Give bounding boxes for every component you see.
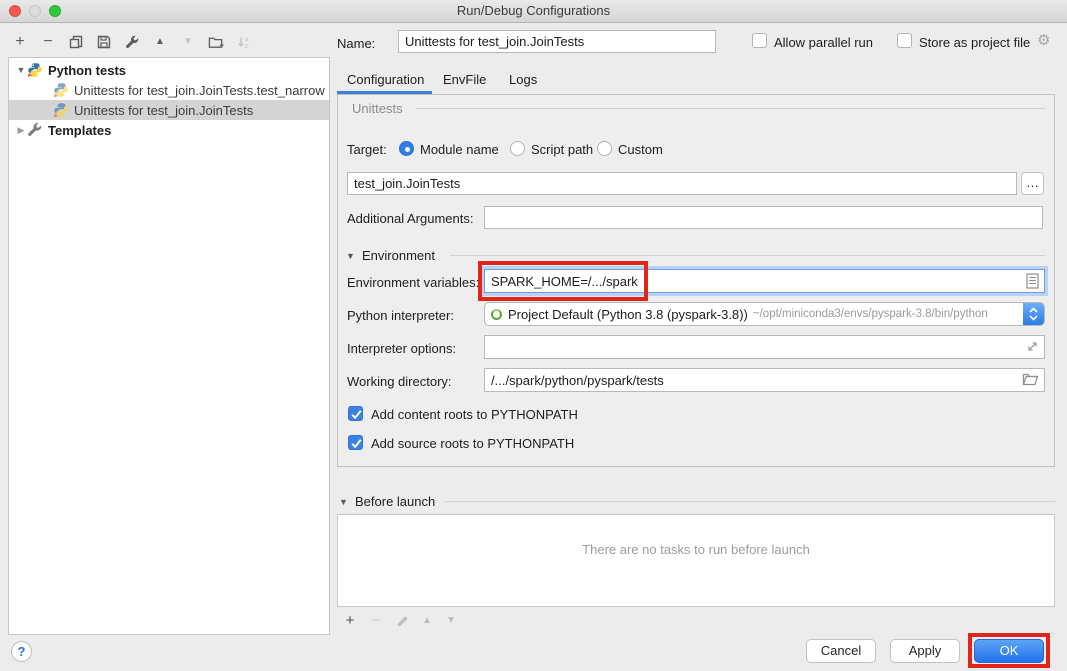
tree-item-label: Python tests (48, 63, 126, 78)
svg-text:a: a (245, 36, 249, 43)
save-configuration-icon[interactable] (96, 33, 112, 51)
before-launch-empty-message: There are no tasks to run before launch (337, 542, 1055, 557)
configurations-tree: ▼ Python tests Unittests for test_join.J… (8, 57, 330, 635)
target-label: Target: (347, 142, 387, 157)
name-label: Name: (337, 36, 375, 51)
target-module-name-radio[interactable] (399, 141, 414, 156)
python-interpreter-combobox[interactable]: Project Default (Python 3.8 (pyspark-3.8… (484, 302, 1045, 326)
sort-configurations-icon[interactable]: az (236, 33, 252, 51)
browse-module-button[interactable]: … (1021, 172, 1044, 195)
cancel-button[interactable]: Cancel (806, 639, 876, 663)
python-interpreter-value: Project Default (Python 3.8 (pyspark-3.8… (508, 307, 748, 322)
copy-configuration-icon[interactable] (68, 33, 84, 51)
allow-parallel-run-checkbox[interactable] (752, 33, 767, 48)
add-task-icon[interactable]: + (342, 612, 358, 628)
working-directory-label: Working directory: (347, 374, 452, 389)
tab-configuration[interactable]: Configuration (347, 72, 424, 87)
edit-environment-variables-icon[interactable] (1026, 273, 1039, 292)
move-up-icon[interactable]: ▲ (152, 33, 168, 51)
tab-logs[interactable]: Logs (509, 72, 537, 87)
target-custom-radio[interactable] (597, 141, 612, 156)
move-task-down-icon[interactable]: ▼ (443, 612, 459, 628)
titlebar: Run/Debug Configurations (0, 0, 1067, 23)
before-launch-section-label: Before launch (355, 494, 435, 509)
environment-separator (450, 255, 1045, 256)
browse-folder-icon[interactable] (1022, 372, 1039, 389)
target-custom-label: Custom (618, 142, 663, 157)
target-script-path-radio[interactable] (510, 141, 525, 156)
environment-variables-label: Environment variables: (347, 275, 479, 290)
unittests-group-label: Unittests (352, 101, 403, 116)
move-down-icon[interactable]: ▼ (180, 33, 196, 51)
minimize-window-button[interactable] (29, 5, 41, 17)
python-test-icon (53, 102, 69, 118)
before-launch-separator (445, 501, 1055, 502)
tree-item-templates[interactable]: ▶ Templates (9, 120, 329, 140)
tree-item-label: Templates (48, 123, 111, 138)
add-source-roots-label: Add source roots to PYTHONPATH (371, 436, 574, 451)
close-window-button[interactable] (9, 5, 21, 17)
tab-envfile[interactable]: EnvFile (443, 72, 486, 87)
zoom-window-button[interactable] (49, 5, 61, 17)
python-test-icon (53, 82, 69, 98)
add-configuration-icon[interactable]: + (12, 33, 28, 51)
help-button[interactable]: ? (11, 641, 32, 662)
new-folder-icon[interactable] (208, 33, 224, 51)
target-module-name-label: Module name (420, 142, 499, 157)
expand-icon[interactable]: ▶ (15, 125, 27, 136)
remove-configuration-icon[interactable]: − (40, 33, 56, 51)
remove-task-icon[interactable]: − (368, 612, 384, 628)
add-content-roots-checkbox[interactable] (348, 406, 363, 421)
move-task-up-icon[interactable]: ▲ (419, 612, 435, 628)
expand-field-icon[interactable] (1026, 340, 1039, 356)
edit-task-icon[interactable] (394, 613, 410, 629)
add-source-roots-checkbox[interactable] (348, 435, 363, 450)
collapse-icon[interactable]: ▼ (15, 65, 27, 75)
environment-variables-input[interactable] (484, 269, 1045, 293)
name-input[interactable] (398, 30, 716, 53)
tree-item-unittests-test-narrow[interactable]: Unittests for test_join.JoinTests.test_n… (9, 80, 329, 100)
svg-text:z: z (245, 43, 248, 49)
store-options-gear-icon[interactable]: ⚙ (1037, 31, 1050, 49)
python-interpreter-label: Python interpreter: (347, 308, 454, 323)
tree-item-label: Unittests for test_join.JoinTests (74, 103, 253, 118)
tree-item-python-tests[interactable]: ▼ Python tests (9, 60, 329, 80)
before-launch-task-list[interactable] (337, 514, 1055, 607)
store-as-project-file-checkbox[interactable] (897, 33, 912, 48)
tree-item-unittests-jointests[interactable]: Unittests for test_join.JoinTests (9, 100, 329, 120)
combobox-stepper-icon[interactable] (1023, 302, 1044, 326)
configurations-toolbar: + − ▲ ▼ az (12, 32, 252, 52)
environment-section-label: Environment (362, 248, 435, 263)
edit-templates-icon[interactable] (124, 33, 140, 51)
python-interpreter-path: ~/opt/miniconda3/envs/pyspark-3.8/bin/py… (753, 308, 988, 320)
interpreter-options-label: Interpreter options: (347, 341, 456, 356)
additional-arguments-input[interactable] (484, 206, 1043, 229)
allow-parallel-run-label: Allow parallel run (774, 35, 873, 50)
add-content-roots-label: Add content roots to PYTHONPATH (371, 407, 578, 422)
python-tests-icon (27, 62, 43, 78)
tree-item-label: Unittests for test_join.JoinTests.test_n… (74, 83, 325, 98)
group-separator (416, 108, 1045, 109)
before-launch-collapse-icon[interactable]: ▼ (339, 497, 348, 507)
apply-button[interactable]: Apply (890, 639, 960, 663)
conda-environment-icon (491, 309, 502, 320)
interpreter-options-input[interactable] (484, 335, 1045, 359)
templates-wrench-icon (27, 122, 43, 138)
store-as-project-file-label: Store as project file (919, 35, 1030, 50)
ok-button[interactable]: OK (974, 639, 1044, 663)
environment-collapse-icon[interactable]: ▼ (346, 251, 355, 261)
working-directory-input[interactable] (484, 368, 1045, 392)
additional-arguments-label: Additional Arguments: (347, 211, 473, 226)
module-name-input[interactable] (347, 172, 1017, 195)
window-title: Run/Debug Configurations (0, 0, 1067, 22)
target-script-path-label: Script path (531, 142, 593, 157)
